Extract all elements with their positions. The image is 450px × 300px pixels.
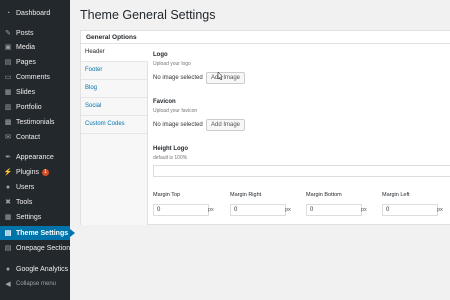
pages-icon: ▤ [4,59,12,66]
sidebar-item-tools[interactable]: ✖ Tools [0,195,70,209]
sidebar-item-appearance[interactable]: ✒ Appearance [0,150,70,164]
sidebar-item-label: Plugins [16,168,39,176]
collapse-icon: ◀ [5,281,11,288]
sidebar-item-label: Appearance [16,153,54,161]
margin-right-unit: px [285,207,291,213]
sidebar-item-label: Slides [16,88,36,96]
sidebar-item-label: Theme Settings [16,229,69,237]
sidebar-item-label: Tools [16,198,33,206]
sidebar-item-plugins[interactable]: ⚡ Plugins 1 [0,165,70,179]
users-icon: ● [5,183,11,191]
sidebar-item-users[interactable]: ● Users [0,180,70,194]
tab-custom-codes[interactable]: Custom Codes [81,116,147,134]
sidebar-item-pages[interactable]: ▤ Pages [0,55,70,69]
tools-icon: ✖ [5,199,11,206]
sidebar-item-label: Google Analytics [16,265,69,273]
mouse-pointer-icon [217,72,223,80]
options-panel: General Options Header Footer Blog Socia… [80,30,450,225]
height-logo-input[interactable] [153,165,450,177]
pin-icon: ✎ [5,30,11,37]
logo-label: Logo [153,52,168,58]
margin-top-unit: px [208,207,214,213]
sidebar-item-label: Dashboard [16,9,51,17]
logo-description: Upload your logo [153,61,191,67]
sidebar-item-label: Collapse menu [16,281,57,287]
sidebar-item-contact[interactable]: ✉ Contact [0,130,70,144]
testimonials-icon: ▩ [4,119,12,126]
page-title: Theme General Settings [80,8,216,22]
settings-icon: ▦ [4,214,12,221]
onepage-sections-icon: ▤ [4,245,12,252]
margin-bottom-input[interactable]: 0 [306,204,362,216]
sidebar-item-theme-settings[interactable]: ▤ Theme Settings [0,226,75,240]
panel-heading: General Options [81,31,450,44]
tab-social[interactable]: Social [81,98,147,116]
tab-footer[interactable]: Footer [81,62,147,80]
sidebar-item-google-analytics[interactable]: ● Google Analytics [0,262,70,276]
sidebar-item-dashboard[interactable]: ◔ Dashboard [0,6,70,20]
options-tabs: Header Footer Blog Social Custom Codes [81,44,148,225]
sidebar-item-label: Posts [16,29,34,37]
plugins-icon: ⚡ [3,169,13,176]
sidebar-item-label: Settings [16,213,42,221]
collapse-menu-button[interactable]: ◀ Collapse menu [0,277,70,291]
theme-settings-icon: ▤ [4,230,12,237]
sidebar-item-label: Users [16,183,35,191]
margin-top-input[interactable]: 0 [153,204,209,216]
sidebar-item-label: Comments [16,73,50,81]
sidebar-item-label: Contact [16,133,41,141]
logo-status: No image selected [153,75,203,81]
sidebar-item-label: Onepage Sections [16,244,74,252]
sidebar-item-portfolio[interactable]: ▥ Portfolio [0,100,70,114]
margin-bottom-unit: px [361,207,367,213]
sidebar-item-onepage-sections[interactable]: ▤ Onepage Sections [0,241,74,255]
contact-icon: ✉ [5,134,11,141]
sidebar-item-label: Testimonials [16,118,55,126]
appearance-icon: ✒ [5,154,11,161]
height-logo-description: default is 100% [153,155,188,161]
sidebar-item-media[interactable]: ▣ Media [0,40,70,54]
margin-right-label: Margin Right [230,192,262,198]
favicon-label: Favicon [153,99,176,105]
sidebar-item-posts[interactable]: ✎ Posts [0,26,70,40]
favicon-description: Upload your favicon [153,108,198,114]
sidebar-item-settings[interactable]: ▦ Settings [0,210,70,224]
sidebar-item-testimonials[interactable]: ▩ Testimonials [0,115,70,129]
slides-icon: ▦ [4,89,12,96]
margin-left-label: Margin Left [382,192,410,198]
sidebar-item-comments[interactable]: ▭ Comments [0,70,70,84]
tab-blog[interactable]: Blog [81,80,147,98]
admin-sidebar: ◔ Dashboard ✎ Posts ▣ Media ▤ Pages ▭ Co… [0,0,75,300]
margin-bottom-label: Margin Bottom [306,192,342,198]
margin-right-input[interactable]: 0 [230,204,286,216]
sidebar-item-label: Media [16,43,36,51]
sidebar-item-label: Pages [16,58,36,66]
update-count-badge: 1 [41,168,49,176]
portfolio-icon: ▥ [4,104,12,111]
tab-header[interactable]: Header [81,44,148,62]
margin-top-label: Margin Top [153,192,181,198]
margin-left-input[interactable]: 0 [382,204,438,216]
analytics-icon: ● [5,265,11,273]
sidebar-item-slides[interactable]: ▦ Slides [0,85,70,99]
dashboard-icon: ◔ [5,9,11,17]
add-favicon-button[interactable]: Add Image [206,119,246,131]
media-icon: ▣ [4,44,12,51]
add-logo-button[interactable]: Add Image [206,72,246,84]
comments-icon: ▭ [4,74,12,81]
height-logo-label: Height Logo [153,146,188,152]
favicon-status: No image selected [153,122,203,128]
margin-left-unit: px [437,207,443,213]
sidebar-item-label: Portfolio [16,103,42,111]
